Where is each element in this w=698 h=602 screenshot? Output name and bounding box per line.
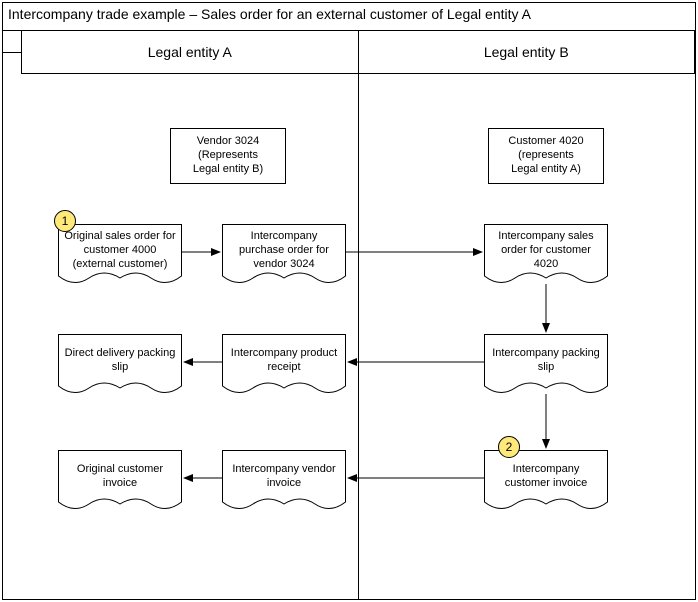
- diagram-title: Intercompany trade example – Sales order…: [8, 6, 531, 22]
- doc-ic-product-receipt-text: Intercompany product receipt: [228, 338, 340, 384]
- box-vendor-3024: Vendor 3024 (Represents Legal entity B): [170, 128, 286, 184]
- doc-ic-packing-slip: Intercompany packing slip: [484, 334, 608, 398]
- column-headers: Legal entity A Legal entity B: [21, 30, 695, 74]
- box-customer-text: Customer 4020 (represents Legal entity A…: [508, 135, 583, 176]
- corner-gutter: [3, 30, 22, 53]
- box-customer-4020: Customer 4020 (represents Legal entity A…: [488, 128, 604, 184]
- badge-2: 2: [498, 436, 520, 458]
- header-legal-entity-a: Legal entity A: [21, 30, 359, 74]
- header-legal-entity-b: Legal entity B: [359, 30, 696, 74]
- doc-ic-vendor-invoice-text: Intercompany vendor invoice: [228, 454, 340, 500]
- doc-ic-vendor-invoice: Intercompany vendor invoice: [222, 450, 346, 514]
- diagram-frame: Intercompany trade example – Sales order…: [0, 0, 698, 602]
- doc-direct-delivery-slip: Direct delivery packing slip: [58, 334, 182, 398]
- box-vendor-text: Vendor 3024 (Represents Legal entity B): [193, 135, 263, 176]
- doc-original-sales-order-text: Original sales order for customer 4000 (…: [64, 228, 176, 274]
- doc-ic-purchase-order: Intercompany purchase order for vendor 3…: [222, 224, 346, 288]
- doc-original-customer-invoice: Original customer invoice: [58, 450, 182, 514]
- doc-ic-sales-order: Intercompany sales order for customer 40…: [484, 224, 608, 288]
- doc-ic-customer-invoice: Intercompany customer invoice: [484, 450, 608, 514]
- doc-ic-product-receipt: Intercompany product receipt: [222, 334, 346, 398]
- doc-ic-packing-slip-text: Intercompany packing slip: [490, 338, 602, 384]
- doc-ic-sales-order-text: Intercompany sales order for customer 40…: [490, 228, 602, 274]
- doc-ic-customer-invoice-text: Intercompany customer invoice: [490, 454, 602, 500]
- doc-direct-delivery-slip-text: Direct delivery packing slip: [64, 338, 176, 384]
- doc-ic-purchase-order-text: Intercompany purchase order for vendor 3…: [228, 228, 340, 274]
- doc-original-sales-order: Original sales order for customer 4000 (…: [58, 224, 182, 288]
- doc-original-customer-invoice-text: Original customer invoice: [64, 454, 176, 500]
- badge-1: 1: [54, 210, 76, 232]
